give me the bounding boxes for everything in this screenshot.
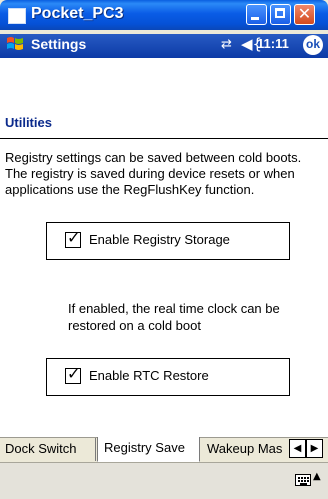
tab-dock-switch[interactable]: Dock Switch — [0, 438, 96, 461]
section-divider — [0, 138, 328, 139]
minimize-icon — [251, 17, 259, 20]
tab-wakeup-mask[interactable]: Wakeup Mas — [201, 438, 287, 461]
window-titlebar[interactable]: Pocket_PC3 ✕ — [0, 0, 328, 30]
navbar-separator — [0, 31, 328, 34]
close-icon: ✕ — [297, 4, 312, 23]
window-title: Pocket_PC3 — [31, 5, 124, 22]
start-menu-icon[interactable] — [5, 35, 25, 53]
rtc-restore-group: ✓ Enable RTC Restore — [46, 358, 290, 396]
rtc-note: If enabled, the real time clock can be r… — [68, 301, 280, 333]
minimize-button[interactable] — [246, 4, 267, 25]
tab-scroll-right-icon[interactable]: ▶ — [306, 439, 323, 458]
registry-description: Registry settings can be saved between c… — [5, 150, 302, 197]
tab-strip: Dock Switch Registry Save Wakeup Mas ◀ ▶ — [0, 437, 328, 462]
nav-title: Settings — [31, 36, 87, 52]
navigation-bar: Settings ⇄ ◀{ 11:11 ok — [0, 31, 328, 58]
close-button[interactable]: ✕ — [294, 4, 315, 25]
menu-bar-bottom: ▲ — [0, 462, 328, 499]
enable-registry-checkbox[interactable]: ✓ — [65, 228, 81, 248]
clock-time[interactable]: 11:11 — [257, 36, 289, 51]
tab-registry-save[interactable]: Registry Save — [97, 437, 200, 462]
connectivity-icon[interactable]: ⇄ — [221, 37, 232, 52]
maximize-button[interactable] — [270, 4, 291, 25]
registry-storage-group: ✓ Enable Registry Storage — [46, 222, 290, 260]
check-icon: ✓ — [67, 228, 81, 247]
check-icon: ✓ — [67, 364, 81, 383]
ok-button[interactable]: ok — [303, 35, 323, 55]
maximize-icon — [275, 8, 285, 18]
enable-rtc-checkbox[interactable]: ✓ — [65, 364, 81, 384]
keyboard-icon[interactable] — [295, 474, 311, 486]
emulator-window: Pocket_PC3 ✕ File Zoom Tools Help Settin… — [0, 0, 328, 499]
section-title: Utilities — [5, 115, 52, 130]
tab-scroll-left-icon[interactable]: ◀ — [289, 439, 306, 458]
enable-rtc-label[interactable]: Enable RTC Restore — [89, 368, 209, 383]
sip-arrow-icon[interactable]: ▲ — [313, 471, 321, 482]
app-window-icon — [8, 8, 26, 24]
enable-registry-label[interactable]: Enable Registry Storage — [89, 232, 230, 247]
